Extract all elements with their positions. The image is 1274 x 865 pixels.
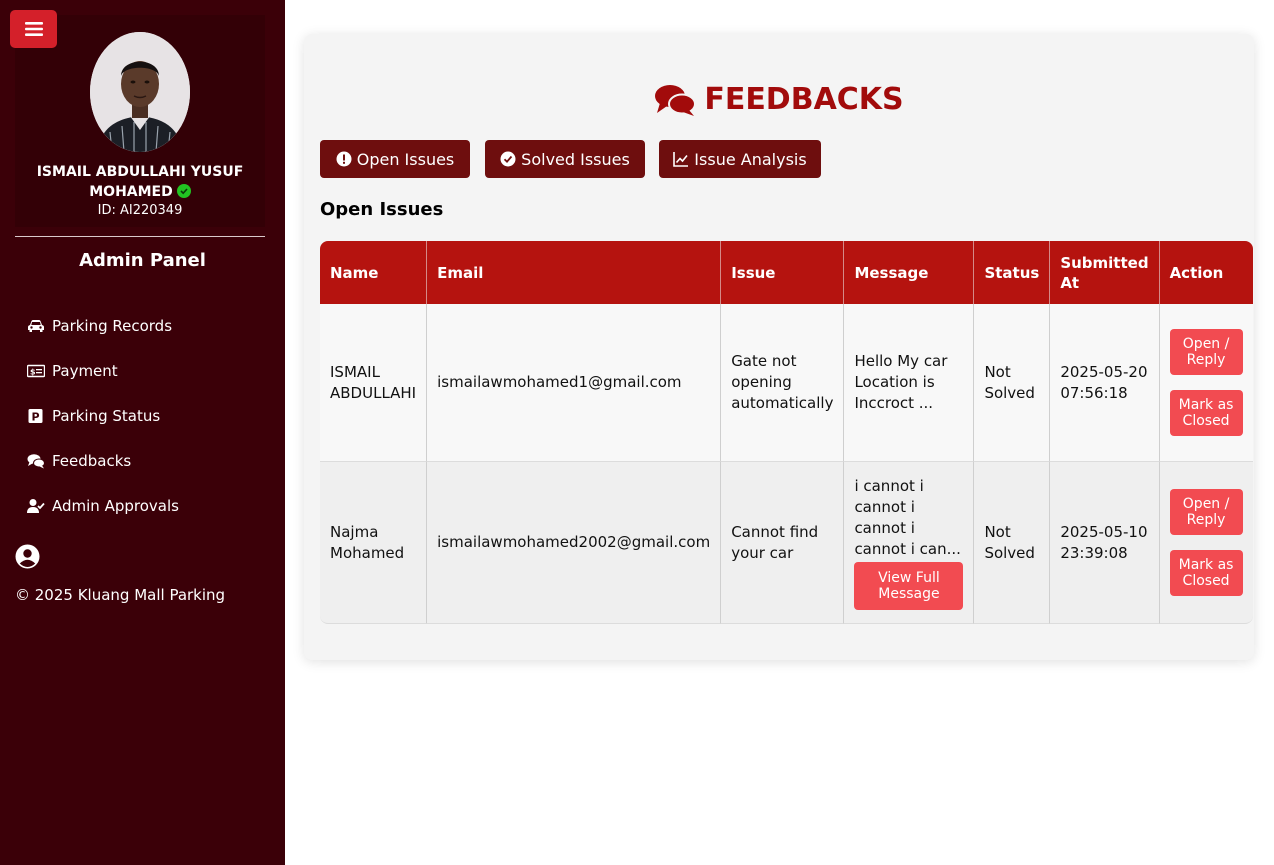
page-title-text: FEEDBACKS	[704, 82, 904, 117]
column-header-submitted: Submitted At	[1050, 241, 1160, 304]
user-circle-icon[interactable]	[15, 544, 40, 569]
menu-toggle-button[interactable]	[10, 10, 57, 48]
tab-open-issues[interactable]: Open Issues	[320, 140, 470, 178]
car-icon	[26, 318, 46, 334]
sidebar-item-label: Parking Status	[52, 407, 161, 425]
page-title: FEEDBACKS	[304, 82, 1254, 117]
tab-label: Issue Analysis	[694, 149, 807, 169]
message-text: i cannot i cannot i cannot i cannot i ca…	[854, 476, 961, 558]
copyright-text: © 2025 Kluang Mall Parking	[15, 586, 226, 604]
profile-name: ISMAIL ABDULLAHI YUSUF MOHAMED	[15, 162, 265, 202]
tab-label: Open Issues	[356, 149, 455, 169]
money-bill-icon: $	[26, 363, 46, 379]
sidebar-item-label: Payment	[52, 362, 118, 380]
column-header-message: Message	[844, 241, 975, 304]
profile-name-text: ISMAIL ABDULLAHI YUSUF MOHAMED	[36, 164, 244, 200]
column-header-name: Name	[320, 241, 428, 304]
sidebar-item-parking-status[interactable]: P Parking Status	[26, 404, 160, 428]
sidebar-item-feedbacks[interactable]: Feedbacks	[26, 449, 131, 473]
avatar	[90, 32, 190, 152]
user-check-icon	[26, 498, 46, 514]
sidebar-divider	[15, 236, 265, 237]
feedbacks-card: FEEDBACKS Open Issues Solved Issues Issu…	[304, 34, 1254, 660]
svg-text:$: $	[30, 368, 36, 377]
profile-id: ID: AI220349	[97, 203, 183, 218]
view-full-message-button[interactable]: View Full Message	[854, 561, 964, 610]
cell-message: Hello My car Location is Inccroct ...	[844, 304, 975, 462]
panel-title: Admin Panel	[79, 250, 206, 271]
cell-status: Not Solved	[974, 462, 1051, 624]
comments-icon	[655, 84, 697, 116]
sidebar-item-label: Admin Approvals	[52, 497, 179, 515]
sidebar: ISMAIL ABDULLAHI YUSUF MOHAMED ID: AI220…	[0, 0, 285, 865]
comments-icon	[26, 453, 46, 469]
sidebar-item-label: Feedbacks	[52, 452, 132, 470]
sidebar-item-payment[interactable]: $ Payment	[26, 359, 118, 383]
cell-email: ismailawmohamed1@gmail.com	[427, 304, 722, 462]
verified-check-icon	[176, 184, 191, 198]
section-title: Open Issues	[320, 199, 444, 220]
tab-label: Solved Issues	[521, 149, 630, 169]
column-header-email: Email	[427, 241, 722, 304]
mark-closed-button[interactable]: Mark as Closed	[1169, 550, 1243, 596]
cell-action: Open / Reply Mark as Closed	[1159, 462, 1253, 624]
tab-solved-issues[interactable]: Solved Issues	[485, 140, 645, 178]
sidebar-item-label: Parking Records	[52, 317, 173, 335]
column-header-issue: Issue	[721, 241, 845, 304]
cell-message: i cannot i cannot i cannot i cannot i ca…	[844, 462, 975, 624]
sidebar-item-admin-approvals[interactable]: Admin Approvals	[26, 494, 179, 518]
cell-name: Najma Mohamed	[320, 462, 428, 624]
tab-issue-analysis[interactable]: Issue Analysis	[659, 140, 821, 178]
table-row: ISMAIL ABDULLAHI ismailawmohamed1@gmail.…	[320, 304, 1253, 462]
table-row: Najma Mohamed ismailawmohamed2002@gmail.…	[320, 462, 1253, 624]
check-circle-icon	[500, 151, 516, 167]
hamburger-icon	[24, 22, 43, 36]
cell-submitted: 2025-05-10 23:39:08	[1050, 462, 1160, 624]
cell-issue: Gate not opening automatically	[721, 304, 845, 462]
line-chart-icon	[673, 152, 689, 167]
table-header-row: Name Email Issue Message Status Submitte…	[320, 241, 1253, 304]
cell-email: ismailawmohamed2002@gmail.com	[427, 462, 722, 624]
exclamation-circle-icon	[336, 151, 352, 167]
svg-text:P: P	[32, 411, 40, 424]
cell-issue: Cannot find your car	[721, 462, 845, 624]
parking-sign-icon: P	[26, 408, 46, 424]
cell-submitted: 2025-05-20 07:56:18	[1050, 304, 1160, 462]
issues-table: Name Email Issue Message Status Submitte…	[320, 241, 1253, 624]
mark-closed-button[interactable]: Mark as Closed	[1169, 390, 1243, 436]
column-header-status: Status	[974, 241, 1051, 304]
cell-name: ISMAIL ABDULLAHI	[320, 304, 428, 462]
open-reply-button[interactable]: Open / Reply	[1169, 329, 1243, 375]
open-reply-button[interactable]: Open / Reply	[1169, 489, 1243, 535]
cell-status: Not Solved	[974, 304, 1051, 462]
column-header-action: Action	[1159, 241, 1253, 304]
cell-action: Open / Reply Mark as Closed	[1159, 304, 1253, 462]
sidebar-item-parking-records[interactable]: Parking Records	[26, 314, 172, 338]
